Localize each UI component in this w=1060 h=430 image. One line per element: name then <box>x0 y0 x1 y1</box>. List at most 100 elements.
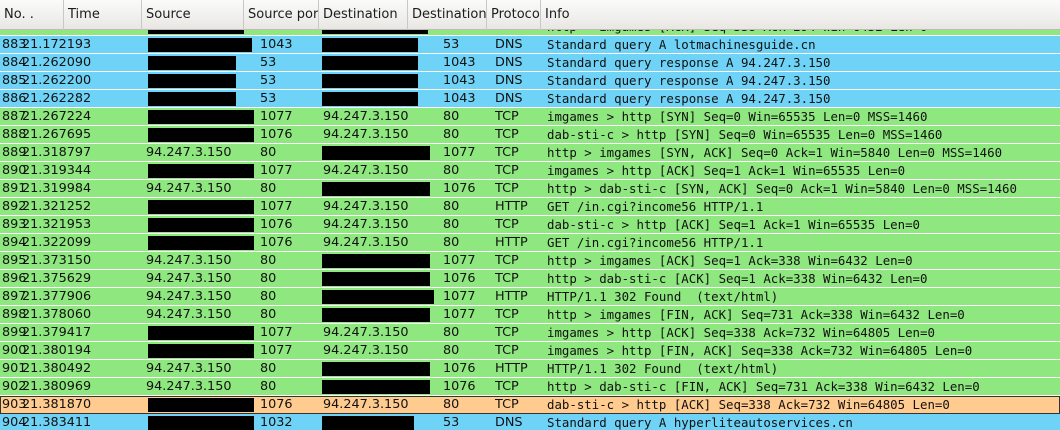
packet-protocol: TCP <box>495 109 519 124</box>
packet-time: 21.380969 <box>22 379 92 394</box>
packet-source-port: 80 <box>260 145 277 160</box>
packet-row[interactable]: 886 21.262282 53 1043 DNS Standard query resp… <box>0 90 1060 108</box>
column-header-source[interactable]: Source <box>142 0 244 30</box>
redacted-destination-box <box>322 290 434 304</box>
column-header-info[interactable]: Info <box>541 0 1060 30</box>
packet-row[interactable]: 885 21.262200 53 1043 DNS Standard query resp… <box>0 72 1060 90</box>
packet-row[interactable]: 887 21.267224 1077 94.247.3.150 80 TCP imgames… <box>0 108 1060 126</box>
packet-row[interactable]: 900 21.380194 1077 94.247.3.150 80 TCP imgames… <box>0 342 1060 360</box>
packet-info: Standard query A lotmachinesguide.cn <box>547 37 816 52</box>
packet-source-port: 1043 <box>260 37 293 52</box>
packet-source-port: 80 <box>260 361 277 376</box>
packet-row[interactable]: 888 21.267695 1076 94.247.3.150 80 TCP dab-sti… <box>0 126 1060 144</box>
packet-source-port: 80 <box>260 379 277 394</box>
packet-source-port: 1077 <box>260 163 293 178</box>
packet-source-port: 1032 <box>260 415 293 430</box>
redacted-source-box <box>148 38 252 52</box>
packet-row[interactable]: 896 21.375629 94.247.3.150 80 1076 TCP http > … <box>0 270 1060 288</box>
packet-protocol: TCP <box>495 181 519 196</box>
packet-source: 94.247.3.150 <box>146 253 232 268</box>
redacted-source-box <box>148 74 236 88</box>
packet-time: 21.377906 <box>22 289 92 304</box>
column-header-source-port[interactable]: Source por <box>244 0 319 30</box>
column-header-destination[interactable]: Destination <box>319 0 408 30</box>
packet-destination-port: 80 <box>443 397 460 412</box>
packet-time: 21.381870 <box>22 397 92 412</box>
packet-destination-port: 1043 <box>443 91 476 106</box>
packet-time: 21.373150 <box>22 253 92 268</box>
packet-time: 21.380194 <box>22 343 92 358</box>
packet-source-port: 1077 <box>260 343 293 358</box>
packet-row[interactable]: 889 21.318797 94.247.3.150 80 1077 TCP http > … <box>0 144 1060 162</box>
packet-info: dab-sti-c > http [ACK] Seq=338 Ack=732 W… <box>547 397 950 412</box>
packet-time: 21.375629 <box>22 271 92 286</box>
packet-source-port: 1077 <box>260 199 293 214</box>
packet-source-port: 53 <box>260 55 277 70</box>
redacted-source-box <box>148 344 254 358</box>
packet-destination-port: 80 <box>443 109 460 124</box>
redacted-source-box <box>148 236 254 250</box>
packet-destination-port: 1077 <box>443 307 476 322</box>
column-header-time[interactable]: Time <box>64 0 142 30</box>
packet-source: 94.247.3.150 <box>146 289 232 304</box>
redacted-source-box <box>148 218 254 232</box>
packet-info: http > dab-sti-c [ACK] Seq=1 Ack=338 Win… <box>547 271 928 286</box>
packet-destination-port: 1043 <box>443 73 476 88</box>
packet-list-header: No. . Time Source Source por Destination… <box>0 0 1060 30</box>
packet-destination: 94.247.3.150 <box>323 199 409 214</box>
packet-destination-port: 1076 <box>443 361 476 376</box>
packet-row[interactable]: 895 21.373150 94.247.3.150 80 1077 TCP http > … <box>0 252 1060 270</box>
packet-row[interactable]: 901 21.380492 94.247.3.150 80 1076 HTTP HTTP/1… <box>0 360 1060 378</box>
packet-info: Standard query response A 94.247.3.150 <box>547 55 831 70</box>
packet-destination-port: 80 <box>443 235 460 250</box>
packet-info: Standard query A hyperliteautoservices.c… <box>547 415 853 430</box>
packet-row[interactable]: 893 21.321953 1076 94.247.3.150 80 TCP dab-sti… <box>0 216 1060 234</box>
packet-time: 21.318797 <box>22 145 92 160</box>
redacted-destination-box <box>322 74 418 88</box>
packet-row[interactable]: 902 21.380969 94.247.3.150 80 1076 TCP http > … <box>0 378 1060 396</box>
packet-source-port: 53 <box>260 91 277 106</box>
packet-info: http > imgames [SYN, ACK] Seq=0 Ack=1 Wi… <box>547 145 1003 160</box>
packet-row[interactable]: 899 21.379417 1077 94.247.3.150 80 TCP imgames… <box>0 324 1060 342</box>
packet-time: 21.321252 <box>22 199 92 214</box>
packet-row[interactable]: 904 21.383411 1032 53 DNS Standard query A hy… <box>0 414 1060 430</box>
packet-time: 21.262090 <box>22 55 92 70</box>
packet-destination-port: 1077 <box>443 253 476 268</box>
redacted-destination-box <box>322 56 418 70</box>
packet-row[interactable]: 883 21.172193 1043 53 DNS Standard query A lo… <box>0 36 1060 54</box>
packet-row[interactable]: 898 21.378060 94.247.3.150 80 1077 TCP http > … <box>0 306 1060 324</box>
redacted-destination-box <box>322 380 430 394</box>
packet-destination: 94.247.3.150 <box>323 109 409 124</box>
packet-source: 94.247.3.150 <box>146 379 232 394</box>
packet-info: Standard query response A 94.247.3.150 <box>547 73 831 88</box>
packet-info: GET /in.cgi?income56 HTTP/1.1 <box>547 235 764 250</box>
packet-row[interactable]: 897 21.377906 94.247.3.150 80 1077 HTTP HTTP/1… <box>0 288 1060 306</box>
packet-row[interactable]: 891 21.319984 94.247.3.150 80 1076 TCP http > … <box>0 180 1060 198</box>
packet-info: http > dab-sti-c [FIN, ACK] Seq=731 Ack=… <box>547 379 980 394</box>
redacted-source-box <box>148 398 254 412</box>
packet-destination-port: 1076 <box>443 271 476 286</box>
packet-row[interactable]: 894 21.322099 1076 94.247.3.150 80 HTTP GET /i… <box>0 234 1060 252</box>
column-header-no[interactable]: No. . <box>0 0 64 30</box>
packet-info: http > imgames [FIN, ACK] Seq=731 Ack=33… <box>547 307 965 322</box>
packet-protocol: DNS <box>495 37 523 52</box>
packet-time: 21.262200 <box>22 73 92 88</box>
packet-destination-port: 80 <box>443 199 460 214</box>
packet-row[interactable]: 890 21.319344 1077 94.247.3.150 80 TCP imgames… <box>0 162 1060 180</box>
packet-protocol: DNS <box>495 91 523 106</box>
redacted-destination-box <box>322 272 430 286</box>
packet-protocol: TCP <box>495 379 519 394</box>
packet-row[interactable]: 892 21.321252 1077 94.247.3.150 80 HTTP GET /i… <box>0 198 1060 216</box>
redacted-destination-box <box>322 308 430 322</box>
packet-time: 21.319984 <box>22 181 92 196</box>
redacted-source-box <box>148 416 254 430</box>
packet-protocol: DNS <box>495 73 523 88</box>
column-header-protocol[interactable]: Protocol <box>487 0 541 30</box>
packet-destination-port: 80 <box>443 163 460 178</box>
packet-destination-port: 80 <box>443 217 460 232</box>
column-header-destination-port[interactable]: Destination <box>408 0 487 30</box>
packet-destination-port: 53 <box>443 415 460 430</box>
packet-row[interactable]: 884 21.262090 53 1043 DNS Standard query resp… <box>0 54 1060 72</box>
packet-row[interactable]: 903 21.381870 1076 94.247.3.150 80 TCP dab-sti… <box>0 396 1060 414</box>
packet-time: 21.380492 <box>22 361 92 376</box>
